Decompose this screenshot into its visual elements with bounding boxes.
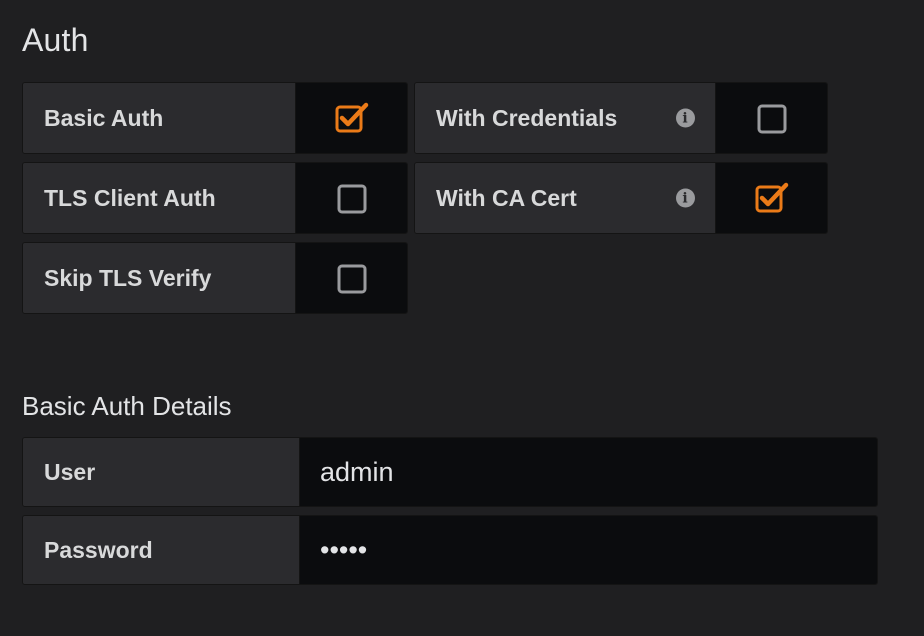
toggle-label: Basic Auth <box>23 83 295 153</box>
info-circle-icon[interactable]: i <box>675 108 695 128</box>
info-circle-icon[interactable]: i <box>675 188 695 208</box>
basic-auth-details-title: Basic Auth Details <box>22 391 232 421</box>
checkbox-basic-auth[interactable] <box>294 83 407 153</box>
auth-section-title: Auth <box>22 22 89 58</box>
toggle-with-credentials[interactable]: With Credentials i <box>414 82 828 154</box>
toggle-with-ca-cert[interactable]: With CA Cert i <box>414 162 828 234</box>
password-label: Password <box>23 516 299 584</box>
toggle-skip-tls-verify[interactable]: Skip TLS Verify <box>22 242 408 314</box>
checkbox-with-ca-cert[interactable] <box>714 163 827 233</box>
checkbox-checked-icon <box>755 182 789 213</box>
user-field-row: User <box>22 437 878 507</box>
user-input[interactable] <box>299 438 877 506</box>
toggle-tls-client-auth[interactable]: TLS Client Auth <box>22 162 408 234</box>
checkbox-checked-icon <box>335 102 369 133</box>
password-input[interactable] <box>299 516 877 584</box>
toggle-label: Skip TLS Verify <box>23 243 295 313</box>
checkbox-tls-client-auth[interactable] <box>294 163 407 233</box>
checkbox-with-credentials[interactable] <box>714 83 827 153</box>
toggle-label: TLS Client Auth <box>23 163 295 233</box>
toggle-label-text: Skip TLS Verify <box>44 264 212 291</box>
toggle-label-text: With CA Cert <box>436 184 577 211</box>
toggle-label: With Credentials i <box>415 83 715 153</box>
toggle-label-text: Basic Auth <box>44 104 164 131</box>
checkbox-skip-tls-verify[interactable] <box>294 243 407 313</box>
toggle-label-text: TLS Client Auth <box>44 184 216 211</box>
toggle-label: With CA Cert i <box>415 163 715 233</box>
checkbox-unchecked-icon <box>337 264 367 294</box>
toggle-basic-auth[interactable]: Basic Auth <box>22 82 408 154</box>
user-label: User <box>23 438 299 506</box>
checkbox-unchecked-icon <box>337 184 367 214</box>
toggle-label-text: With Credentials <box>436 104 618 131</box>
checkbox-unchecked-icon <box>757 104 787 134</box>
password-field-row: Password <box>22 515 878 585</box>
